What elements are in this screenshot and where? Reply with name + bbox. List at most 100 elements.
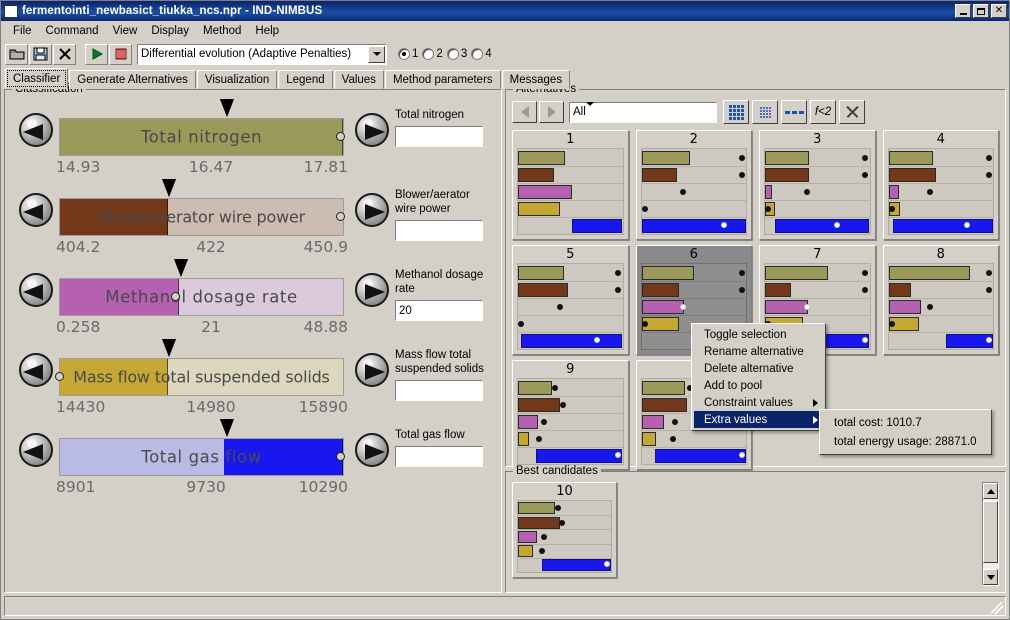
tab-visualization[interactable]: Visualization bbox=[196, 70, 278, 89]
context-menu-item[interactable]: Delete alternative bbox=[694, 360, 823, 377]
grid-dense-icon[interactable] bbox=[723, 100, 749, 124]
alternatives-toolbar: All f<2 bbox=[512, 100, 999, 124]
card-gridline bbox=[888, 183, 993, 184]
tab-generate-alternatives[interactable]: Generate Alternatives bbox=[69, 70, 196, 89]
slider-handle[interactable] bbox=[55, 372, 64, 381]
clear-icon[interactable] bbox=[839, 100, 865, 124]
decrease-knob[interactable] bbox=[19, 353, 53, 387]
slider-tick-labels: 404.2 422 450.9 bbox=[56, 238, 348, 256]
f-less-2-button[interactable]: f<2 bbox=[810, 100, 836, 124]
slider-value-input[interactable] bbox=[395, 380, 483, 401]
stop-icon[interactable] bbox=[109, 43, 132, 65]
increase-knob[interactable] bbox=[355, 113, 389, 147]
save-file-icon[interactable] bbox=[29, 43, 52, 65]
alternatives-filter-combo[interactable]: All bbox=[569, 101, 717, 123]
alternative-card[interactable]: 9 bbox=[512, 360, 629, 470]
menu-item-method[interactable]: Method bbox=[196, 23, 248, 39]
increase-knob[interactable] bbox=[355, 353, 389, 387]
slider-track[interactable]: Methanol dosage rate bbox=[59, 278, 344, 316]
knob-highlight bbox=[27, 119, 37, 128]
scroll-down-icon[interactable] bbox=[983, 569, 998, 585]
alternative-card[interactable]: 5 bbox=[512, 245, 629, 355]
scrollbar-track[interactable] bbox=[983, 499, 998, 569]
menu-item-view[interactable]: View bbox=[106, 23, 145, 39]
alternative-card[interactable]: 3 bbox=[759, 130, 876, 240]
slider-fill bbox=[60, 199, 168, 235]
slider-track-area[interactable]: Methanol dosage rate 0.258 21 48.88 bbox=[56, 259, 349, 338]
alternative-card[interactable]: 2 bbox=[635, 130, 752, 240]
submenu-item[interactable]: total energy usage: 28871.0 bbox=[822, 432, 989, 451]
close-button[interactable]: ✕ bbox=[991, 4, 1007, 18]
decrease-knob[interactable] bbox=[19, 193, 53, 227]
chevron-down-icon[interactable] bbox=[585, 102, 594, 118]
slider-track[interactable]: Total gas flow bbox=[59, 438, 344, 476]
tab-legend[interactable]: Legend bbox=[278, 70, 333, 89]
tab-classifier[interactable]: Classifier bbox=[5, 68, 69, 89]
tab-messages[interactable]: Messages bbox=[501, 70, 571, 89]
context-menu: Toggle selection Rename alternative Delete… bbox=[691, 323, 826, 431]
slider-value-input[interactable] bbox=[395, 220, 483, 241]
card-bar bbox=[765, 282, 792, 298]
context-menu-item[interactable]: Constraint values bbox=[694, 394, 823, 411]
slider-track-area[interactable]: Mass flow total suspended solids 14430 1… bbox=[55, 339, 349, 418]
slider-track[interactable]: Total nitrogen bbox=[59, 118, 344, 156]
run-icon[interactable] bbox=[85, 43, 108, 65]
grid-rows-icon[interactable] bbox=[781, 100, 807, 124]
radio-option-3[interactable]: 3 bbox=[446, 48, 467, 60]
slider-tick-labels: 14430 14980 15890 bbox=[56, 398, 348, 416]
alternative-card[interactable]: 4 bbox=[882, 130, 999, 240]
radio-option-2[interactable]: 2 bbox=[422, 48, 443, 60]
tab-values[interactable]: Values bbox=[333, 70, 384, 89]
radio-option-1[interactable]: 1 bbox=[398, 48, 418, 60]
radio-option-4[interactable]: 4 bbox=[471, 48, 492, 60]
context-menu-item[interactable]: Extra values bbox=[694, 411, 823, 428]
scroll-up-icon[interactable] bbox=[983, 483, 998, 499]
increase-knob[interactable] bbox=[355, 273, 389, 307]
context-menu-item[interactable]: Toggle selection bbox=[694, 326, 823, 343]
chevron-down-icon[interactable] bbox=[368, 45, 385, 63]
decrease-knob[interactable] bbox=[19, 273, 53, 307]
alternative-card[interactable]: 10 bbox=[512, 482, 617, 578]
toolbar: Differential evolution (Adaptive Penalti… bbox=[1, 41, 1009, 67]
alternative-card[interactable]: 8 bbox=[882, 245, 999, 355]
decrease-knob[interactable] bbox=[19, 433, 53, 467]
slider-track-area[interactable]: Total nitrogen 14.93 16.47 17.81 bbox=[56, 99, 349, 178]
menu-item-help[interactable]: Help bbox=[248, 23, 286, 39]
card-bar bbox=[888, 150, 934, 166]
slider-track[interactable]: Mass flow total suspended solids bbox=[59, 358, 344, 396]
tab-method-parameters[interactable]: Method parameters bbox=[384, 70, 501, 89]
card-bar bbox=[765, 150, 809, 166]
menu-item-display[interactable]: Display bbox=[144, 23, 196, 39]
scrollbar-thumb[interactable] bbox=[983, 501, 998, 563]
submenu-item[interactable]: total cost: 1010.7 bbox=[822, 413, 989, 432]
increase-knob[interactable] bbox=[355, 433, 389, 467]
card-gridline bbox=[765, 183, 870, 184]
context-menu-item[interactable]: Rename alternative bbox=[694, 343, 823, 360]
increase-knob[interactable] bbox=[355, 193, 389, 227]
resize-grip[interactable] bbox=[991, 602, 1003, 614]
decrease-knob[interactable] bbox=[19, 113, 53, 147]
card-gridline bbox=[518, 430, 623, 431]
context-menu-item[interactable]: Add to pool bbox=[694, 377, 823, 394]
best-candidates-scrollbar[interactable] bbox=[982, 482, 999, 586]
alternative-card[interactable]: 1 bbox=[512, 130, 629, 240]
slider-track-area[interactable]: Total gas flow 8901 9730 10290 bbox=[56, 419, 349, 498]
close-icon[interactable] bbox=[53, 43, 76, 65]
menu-item-file[interactable]: File bbox=[6, 23, 39, 39]
minimize-button[interactable] bbox=[955, 4, 971, 18]
slider-handle[interactable] bbox=[171, 292, 180, 301]
menu-item-command[interactable]: Command bbox=[39, 23, 106, 39]
prev-alternative-button[interactable] bbox=[512, 101, 537, 123]
slider-value-input[interactable]: 20 bbox=[395, 300, 483, 321]
next-alternative-button[interactable] bbox=[539, 101, 564, 123]
slider-value-input[interactable] bbox=[395, 446, 483, 467]
grid-medium-icon[interactable] bbox=[752, 100, 778, 124]
slider-track-area[interactable]: Blower/aerator wire power 404.2 422 450.… bbox=[56, 179, 349, 258]
slider-track[interactable]: Blower/aerator wire power bbox=[59, 198, 344, 236]
open-file-icon[interactable] bbox=[5, 43, 28, 65]
slider-value-input[interactable] bbox=[395, 126, 483, 147]
method-combo[interactable]: Differential evolution (Adaptive Penalti… bbox=[137, 43, 387, 65]
maximize-button[interactable] bbox=[973, 4, 989, 18]
app-icon bbox=[4, 4, 18, 18]
card-number: 8 bbox=[936, 247, 945, 262]
